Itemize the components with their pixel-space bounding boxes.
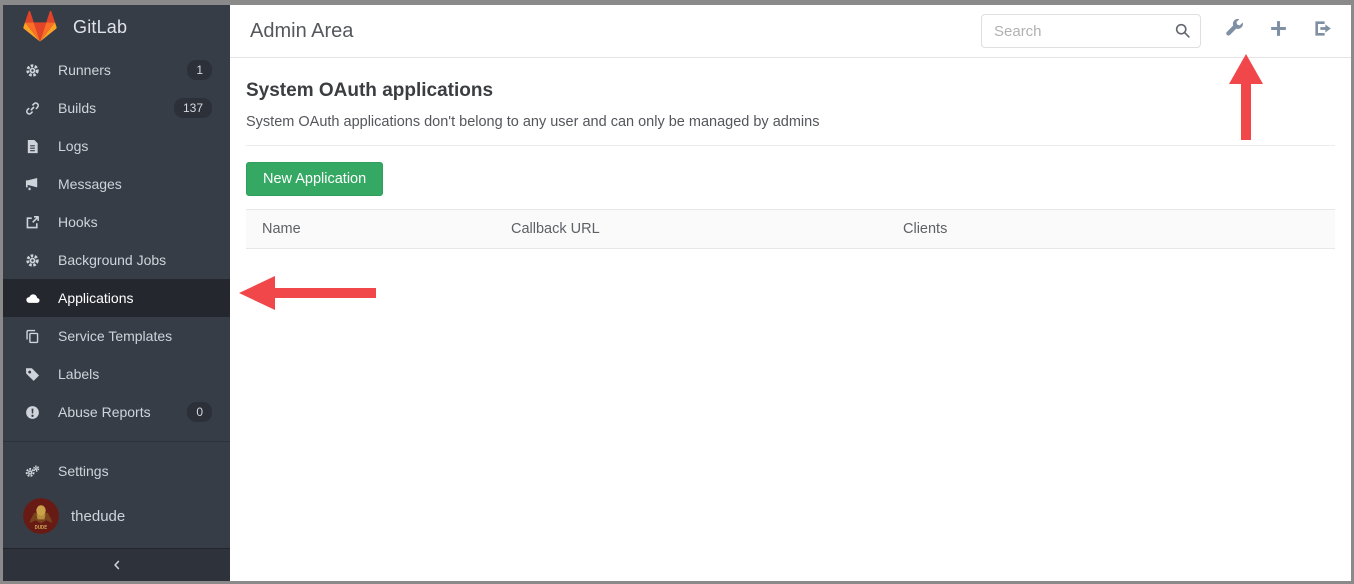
topbar-actions — [1201, 19, 1333, 43]
link-icon — [25, 100, 41, 116]
user-avatar: DUDE — [23, 498, 59, 534]
sidebar-item-labels[interactable]: Labels — [3, 355, 230, 393]
sidebar-item-label: Messages — [58, 176, 212, 192]
sign-out-icon — [1313, 26, 1332, 41]
search-icon — [1174, 22, 1191, 39]
sidebar: GitLab Runners1Builds137LogsMessagesHook… — [3, 5, 230, 581]
sidebar-item-label: Applications — [58, 290, 212, 306]
gitlab-logo-icon — [23, 11, 57, 43]
sidebar-item-settings[interactable]: Settings — [3, 452, 230, 490]
exclamation-circle-icon — [25, 404, 41, 420]
sidebar-item-label: Background Jobs — [58, 252, 212, 268]
search-input[interactable] — [981, 14, 1201, 48]
bullhorn-icon — [25, 176, 41, 192]
sidebar-item-label: Builds — [58, 100, 174, 116]
cloud-icon — [25, 290, 41, 306]
sidebar-item-label: Labels — [58, 366, 212, 382]
sidebar-item-label: Abuse Reports — [58, 404, 187, 420]
section-heading: System OAuth applications — [246, 80, 1335, 102]
count-badge: 137 — [174, 98, 212, 118]
cog-icon — [25, 62, 41, 78]
sidebar-item-abuse-reports[interactable]: Abuse Reports0 — [3, 393, 230, 431]
count-badge: 0 — [187, 402, 212, 422]
new-button[interactable] — [1267, 19, 1289, 41]
page-title: Admin Area — [250, 20, 981, 43]
sidebar-item-background-jobs[interactable]: Background Jobs — [3, 241, 230, 279]
search-box — [981, 14, 1201, 48]
admin-wrench-button[interactable] — [1223, 19, 1245, 41]
sidebar-item-label: Logs — [58, 138, 212, 154]
sidebar-item-hooks[interactable]: Hooks — [3, 203, 230, 241]
copy-icon — [25, 328, 41, 344]
column-header-clients: Clients — [887, 221, 1335, 237]
sidebar-item-label: Hooks — [58, 214, 212, 230]
external-link-icon — [25, 214, 41, 230]
oauth-applications-table: NameCallback URLClients — [246, 209, 1335, 249]
sidebar-item-runners[interactable]: Runners1 — [3, 51, 230, 89]
cogs-icon — [25, 463, 41, 479]
section-divider — [246, 145, 1335, 146]
section-description: System OAuth applications don't belong t… — [246, 114, 1335, 130]
chevron-left-icon — [110, 558, 124, 572]
app-window: GitLab Runners1Builds137LogsMessagesHook… — [0, 0, 1354, 584]
sidebar-item-applications[interactable]: Applications — [3, 279, 230, 317]
file-icon — [25, 138, 41, 154]
sidebar-item-label: Runners — [58, 62, 187, 78]
sidebar-divider — [3, 441, 230, 442]
table-header-row: NameCallback URLClients — [246, 209, 1335, 249]
content: System OAuth applications System OAuth a… — [230, 58, 1351, 249]
sidebar-nav: Runners1Builds137LogsMessagesHooksBackgr… — [3, 51, 230, 431]
wrench-icon — [1225, 26, 1244, 41]
column-header-callback-url: Callback URL — [495, 221, 887, 237]
column-header-name: Name — [246, 221, 495, 237]
main-area: Admin Area System OAuth applications Sys… — [230, 5, 1351, 581]
sidebar-item-label: Service Templates — [58, 328, 212, 344]
sidebar-item-service-templates[interactable]: Service Templates — [3, 317, 230, 355]
username: thedude — [71, 508, 125, 525]
new-application-button[interactable]: New Application — [246, 162, 383, 196]
sidebar-item-label: Settings — [58, 463, 212, 479]
sidebar-user[interactable]: DUDE thedude — [3, 490, 230, 542]
tag-icon — [25, 366, 41, 382]
sidebar-header[interactable]: GitLab — [3, 5, 230, 49]
svg-text:DUDE: DUDE — [35, 525, 48, 531]
sidebar-collapse-button[interactable] — [3, 548, 230, 581]
topbar: Admin Area — [230, 5, 1351, 58]
cog-icon — [25, 252, 41, 268]
brand-name: GitLab — [73, 17, 127, 38]
count-badge: 1 — [187, 60, 212, 80]
sign-out-button[interactable] — [1311, 19, 1333, 41]
sidebar-item-logs[interactable]: Logs — [3, 127, 230, 165]
plus-icon — [1269, 26, 1288, 41]
sidebar-item-builds[interactable]: Builds137 — [3, 89, 230, 127]
sidebar-item-messages[interactable]: Messages — [3, 165, 230, 203]
